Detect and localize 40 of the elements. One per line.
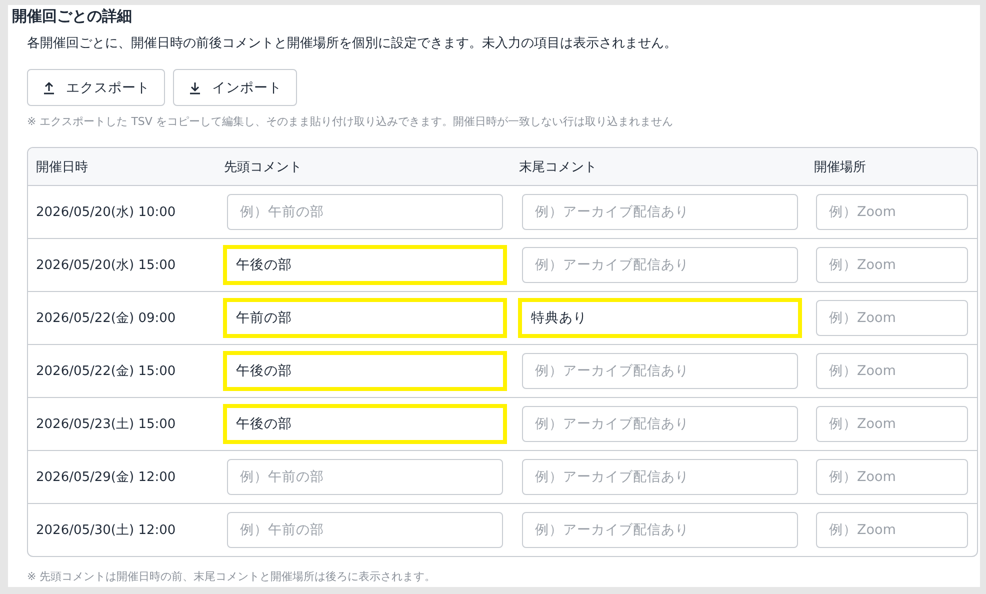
column-header: 開催場所 [813, 158, 867, 176]
venue-field[interactable]: 例）Zoom [816, 300, 968, 336]
comment-field[interactable]: 午後の部 [223, 245, 507, 285]
column-header: 開催日時 [35, 158, 89, 176]
comment-field[interactable]: 例）アーカイブ配信あり [522, 353, 798, 389]
export-button[interactable]: エクスポート [27, 69, 165, 106]
venue-field[interactable]: 例）Zoom [816, 406, 968, 442]
comment-field[interactable]: 特典あり [518, 298, 802, 338]
comment-field[interactable]: 午後の部 [223, 351, 507, 391]
date-cell-text: 2026/05/29(金) 12:00 [35, 469, 177, 486]
download-icon [188, 80, 202, 94]
comment-field[interactable]: 午前の部 [223, 298, 507, 338]
date-cell-text: 2026/05/23(土) 15:00 [35, 416, 177, 433]
date-cell-text: 2026/05/20(水) 10:00 [35, 204, 177, 221]
date-cell-text: 2026/05/30(土) 12:00 [35, 522, 177, 539]
venue-field[interactable]: 例）Zoom [816, 194, 968, 230]
comment-field[interactable]: 例）午前の部 [227, 459, 503, 495]
venue-field[interactable]: 例）Zoom [816, 353, 968, 389]
footer-note: ※ 先頭コメントは開催日時の前、末尾コメントと開催場所は後ろに表示されます。 [27, 569, 437, 584]
venue-field[interactable]: 例）Zoom [816, 512, 968, 548]
comment-field[interactable]: 例）アーカイブ配信あり [522, 194, 798, 230]
section-title: 開催回ごとの詳細 [12, 6, 133, 26]
comment-field[interactable]: 例）アーカイブ配信あり [522, 406, 798, 442]
comment-field[interactable]: 例）午前の部 [227, 512, 503, 548]
comment-field[interactable]: 例）アーカイブ配信あり [522, 512, 798, 548]
column-header: 末尾コメント [518, 158, 598, 176]
venue-field[interactable]: 例）Zoom [816, 247, 968, 283]
import-note: ※ エクスポートした TSV をコピーして編集し、そのまま貼り付け取り込みできます。開催日時が一致しない行は取り込まれません [27, 114, 674, 129]
date-cell-text: 2026/05/22(金) 09:00 [35, 310, 177, 327]
comment-field[interactable]: 例）アーカイブ配信あり [522, 459, 798, 495]
comment-field[interactable]: 午後の部 [223, 404, 507, 444]
comment-field[interactable]: 例）アーカイブ配信あり [522, 247, 798, 283]
comment-field[interactable]: 例）午前の部 [227, 194, 503, 230]
section-description: 各開催回ごとに、開催日時の前後コメントと開催場所を個別に設定できます。未入力の項目は表示されません。 [27, 35, 678, 52]
date-cell-text: 2026/05/22(金) 15:00 [35, 363, 177, 380]
import-button[interactable]: インポート [173, 69, 297, 106]
upload-icon [42, 80, 56, 94]
venue-field[interactable]: 例）Zoom [816, 459, 968, 495]
date-cell-text: 2026/05/20(水) 15:00 [35, 257, 177, 274]
column-header: 先頭コメント [223, 158, 303, 176]
